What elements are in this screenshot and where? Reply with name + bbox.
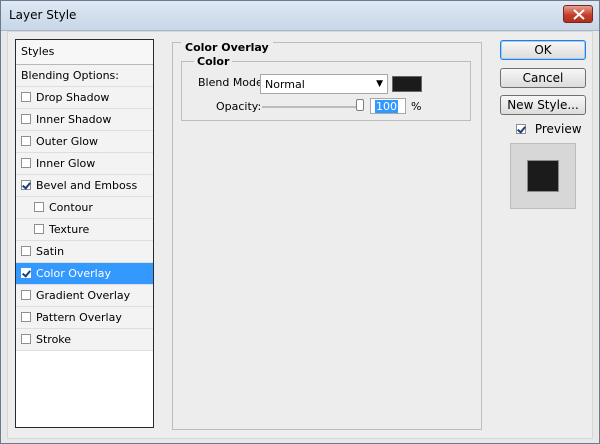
opacity-value: 100 <box>375 100 398 113</box>
dialog-content: Styles Blending Options: Default Drop Sh… <box>7 31 593 439</box>
style-item[interactable]: Contour <box>16 197 153 219</box>
layer-style-window: Layer Style Styles Blending Options: Def… <box>0 0 600 444</box>
style-checkbox[interactable] <box>34 224 44 234</box>
style-item-label: Satin <box>36 245 65 258</box>
ok-button[interactable]: OK <box>500 40 586 60</box>
style-item-label: Drop Shadow <box>36 91 110 104</box>
style-item-label: Texture <box>49 223 90 236</box>
style-item-label: Outer Glow <box>36 135 99 148</box>
color-group: Color Blend Mode: Normal ▼ Opacity: 100 … <box>181 55 471 121</box>
style-item[interactable]: Gradient Overlay <box>16 285 153 307</box>
subsection-title: Color <box>194 55 233 68</box>
style-item[interactable]: Drop Shadow <box>16 87 153 109</box>
color-swatch[interactable] <box>392 76 422 92</box>
style-item[interactable]: Bevel and Emboss <box>16 175 153 197</box>
style-item-label: Stroke <box>36 333 72 346</box>
chevron-down-icon: ▼ <box>376 79 383 89</box>
window-title: Layer Style <box>9 8 77 22</box>
blend-mode-label: Blend Mode: <box>198 76 267 89</box>
style-item-label: Color Overlay <box>36 267 111 280</box>
style-checkbox[interactable] <box>21 334 31 344</box>
preview-toggle[interactable]: Preview <box>516 122 582 136</box>
blend-mode-select[interactable]: Normal ▼ <box>260 74 388 94</box>
style-item[interactable]: Inner Shadow <box>16 109 153 131</box>
preview-thumbnail <box>510 143 576 209</box>
style-checkbox[interactable] <box>21 268 31 278</box>
style-item[interactable]: Pattern Overlay <box>16 307 153 329</box>
blend-mode-value: Normal <box>265 78 305 91</box>
blending-options-item[interactable]: Blending Options: Default <box>16 65 153 104</box>
style-item-label: Contour <box>49 201 93 214</box>
color-overlay-panel: Color Overlay Color Blend Mode: Normal ▼… <box>172 41 482 430</box>
preview-label: Preview <box>534 122 582 136</box>
style-checkbox[interactable] <box>21 136 31 146</box>
cancel-button[interactable]: Cancel <box>500 68 586 88</box>
style-checkbox[interactable] <box>21 312 31 322</box>
style-item-label: Pattern Overlay <box>36 311 122 324</box>
opacity-slider-thumb[interactable] <box>356 99 364 111</box>
styles-header[interactable]: Styles <box>16 40 153 65</box>
close-icon <box>573 9 585 20</box>
opacity-input[interactable]: 100 <box>370 98 406 114</box>
opacity-slider-track[interactable] <box>262 106 362 108</box>
title-bar: Layer Style <box>1 1 599 31</box>
style-checkbox[interactable] <box>21 246 31 256</box>
preview-checkbox[interactable] <box>516 124 526 134</box>
style-checkbox[interactable] <box>21 92 31 102</box>
style-item-label: Inner Shadow <box>36 113 112 126</box>
style-item[interactable]: Satin <box>16 241 153 263</box>
style-item[interactable]: Color Overlay <box>16 263 153 285</box>
style-checkbox[interactable] <box>34 202 44 212</box>
style-item[interactable]: Inner Glow <box>16 153 153 175</box>
style-item-label: Bevel and Emboss <box>36 179 138 192</box>
preview-swatch <box>527 160 559 192</box>
new-style-button[interactable]: New Style... <box>500 95 586 115</box>
styles-items: Drop Shadow Inner Shadow Outer Glow Inner G… <box>16 87 153 351</box>
style-checkbox[interactable] <box>21 114 31 124</box>
opacity-unit: % <box>411 100 422 113</box>
section-title: Color Overlay <box>181 41 273 54</box>
close-button[interactable] <box>563 5 593 23</box>
style-item-label: Inner Glow <box>36 157 96 170</box>
style-checkbox[interactable] <box>21 180 31 190</box>
style-item[interactable]: Texture <box>16 219 153 241</box>
style-item[interactable]: Outer Glow <box>16 131 153 153</box>
style-item[interactable]: Stroke <box>16 329 153 351</box>
style-checkbox[interactable] <box>21 290 31 300</box>
style-checkbox[interactable] <box>21 158 31 168</box>
style-item-label: Gradient Overlay <box>36 289 131 302</box>
styles-list: Styles Blending Options: Default Drop Sh… <box>15 39 154 428</box>
opacity-label: Opacity: <box>216 100 262 113</box>
